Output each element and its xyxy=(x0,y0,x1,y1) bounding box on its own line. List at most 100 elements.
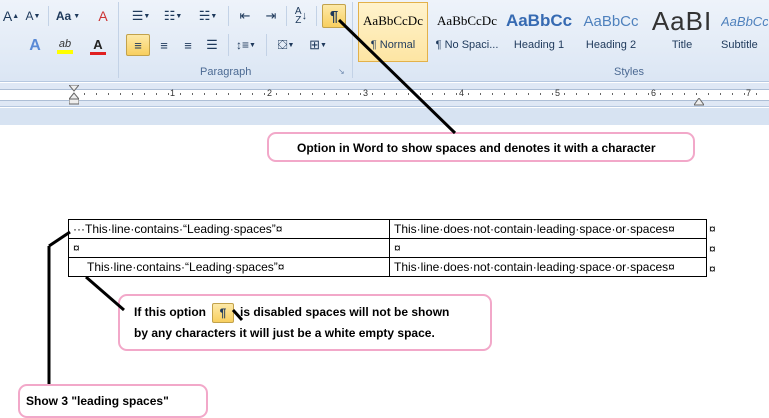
ruler-number: 6 xyxy=(651,88,657,98)
style-normal[interactable]: AaBbCcDc ¶ Normal xyxy=(358,2,428,62)
multilevel-list-button[interactable]: ☵ ▼ xyxy=(194,6,222,26)
clear-formatting-icon: A xyxy=(98,8,108,24)
line-spacing-icon: ↕≡ xyxy=(236,38,250,52)
show-hide-formatting-button[interactable]: ¶ xyxy=(322,4,346,28)
borders-icon: ⊞ xyxy=(309,37,320,52)
bullets-icon: ☰ xyxy=(131,8,144,23)
ruler-tick xyxy=(708,93,709,95)
font-color-icon: A xyxy=(93,37,103,52)
line-spacing-button[interactable]: ↕≡ ▼ xyxy=(232,34,260,56)
style-heading-2[interactable]: AaBbCc Heading 2 xyxy=(576,2,646,62)
borders-button[interactable]: ⊞ ▼ xyxy=(304,34,332,56)
ribbon: A ▲ A ▼ Aa ▼ A A ab A ☰ ▼ ☷ ▼ ☵ ▼ ⇤ ⇥ A Z ↓ xyxy=(0,0,769,82)
align-left-icon: ≡ xyxy=(134,37,142,53)
ruler-number: 5 xyxy=(555,88,561,98)
ruler-tick xyxy=(180,93,181,95)
ruler-tick xyxy=(288,93,289,95)
ruler-tick xyxy=(336,93,337,95)
ruler-tick xyxy=(612,93,613,95)
ruler-tick xyxy=(204,93,205,95)
right-indent-marker-icon[interactable] xyxy=(693,95,705,106)
decrease-indent-button[interactable]: ⇤ xyxy=(234,6,256,26)
ruler-tick xyxy=(252,93,253,95)
table-row: ¤ ¤ xyxy=(68,238,707,258)
table-cell[interactable]: ¤ xyxy=(68,238,390,258)
align-left-button[interactable]: ≡ xyxy=(126,34,150,56)
numbering-button[interactable]: ☷ ▼ xyxy=(160,6,186,26)
align-right-button[interactable]: ≡ xyxy=(176,34,200,56)
ruler-number: 2 xyxy=(267,88,273,98)
table-row: This·line·contains·“Leading·spaces”¤ Thi… xyxy=(68,257,707,277)
shrink-font-button[interactable]: A ▼ xyxy=(24,6,42,26)
row-end-mark: ¤ xyxy=(709,262,716,276)
row-end-mark: ¤ xyxy=(709,222,716,236)
ruler-tick xyxy=(396,93,397,95)
callout-leading-spaces: Show 3 "leading spaces" xyxy=(18,384,208,418)
ruler-tick xyxy=(156,93,157,95)
indent-marker-icon[interactable] xyxy=(67,84,81,105)
pilcrow-icon: ¶ xyxy=(211,302,234,323)
clear-formatting-button[interactable]: A xyxy=(92,6,114,26)
font-color-button[interactable]: A xyxy=(86,36,110,56)
paint-bucket-icon: ⛋ xyxy=(277,37,288,52)
ruler-tick xyxy=(492,93,493,95)
text-effects-button[interactable]: A xyxy=(22,36,48,56)
ruler-number: 3 xyxy=(363,88,369,98)
ruler-tick xyxy=(144,93,145,95)
ruler-tick xyxy=(276,93,277,95)
table-cell[interactable]: This·line·contains·“Leading·spaces”¤ xyxy=(68,257,390,277)
ruler-tick xyxy=(720,93,721,95)
table-cell[interactable]: ¤ xyxy=(389,238,707,258)
ruler-tick xyxy=(504,93,505,95)
ruler-tick xyxy=(348,93,349,95)
grow-font-button[interactable]: A ▲ xyxy=(2,6,20,26)
ruler-tick xyxy=(456,93,457,95)
ruler-tick xyxy=(528,93,529,95)
style-subtitle[interactable]: AaBbCc Subtitle xyxy=(720,2,769,62)
arrow-line xyxy=(48,230,71,248)
style-no-spacing[interactable]: AaBbCcDc ¶ No Spaci... xyxy=(432,2,502,62)
ruler-tick xyxy=(552,93,553,95)
bullets-button[interactable]: ☰ ▼ xyxy=(128,6,154,26)
ruler-tick xyxy=(324,93,325,95)
ruler-tick xyxy=(432,93,433,95)
table-cell[interactable]: ···This·line·contains·“Leading·spaces”¤ xyxy=(68,219,390,239)
ruler-tick xyxy=(660,93,661,95)
justify-button[interactable]: ☰ xyxy=(200,34,224,56)
callout-show-spaces-option: Option in Word to show spaces and denote… xyxy=(267,132,695,162)
ruler-number: 7 xyxy=(746,88,752,98)
style-title[interactable]: AaBI Title xyxy=(648,2,716,62)
change-case-button[interactable]: Aa ▼ xyxy=(54,6,82,26)
ruler-tick xyxy=(216,93,217,95)
ruler-tick xyxy=(576,93,577,95)
paragraph-group-label: Paragraph xyxy=(200,66,252,78)
ruler-tick xyxy=(624,93,625,95)
shading-button[interactable]: ⛋ ▼ xyxy=(272,34,300,56)
ruler-tick xyxy=(192,93,193,95)
ruler-tick xyxy=(648,93,649,95)
justify-icon: ☰ xyxy=(206,37,218,52)
sort-az-icon: AZ xyxy=(294,6,302,26)
ruler-tick xyxy=(96,93,97,95)
ruler-tick xyxy=(264,93,265,95)
table-cell[interactable]: This·line·does·not·contain·leading·space… xyxy=(389,219,707,239)
text-effects-icon: A xyxy=(29,37,41,54)
ruler-number: 1 xyxy=(170,88,176,98)
sort-button[interactable]: A Z ↓ xyxy=(290,6,312,26)
style-heading-1[interactable]: AaBbCc Heading 1 xyxy=(504,2,574,62)
dropdown-arrow-icon: ▼ xyxy=(73,12,81,20)
ruler-tick xyxy=(684,93,685,95)
styles-group-label: Styles xyxy=(614,66,644,78)
increase-indent-icon: ⇥ xyxy=(265,8,277,23)
caret-up-icon: ▲ xyxy=(12,12,20,20)
align-center-button[interactable]: ≡ xyxy=(152,34,176,56)
multilevel-list-icon: ☵ xyxy=(198,8,211,23)
ruler-number: 4 xyxy=(459,88,465,98)
increase-indent-button[interactable]: ⇥ xyxy=(260,6,282,26)
caret-down-icon: ▼ xyxy=(33,12,41,20)
text-highlight-button[interactable]: ab xyxy=(52,36,78,56)
paragraph-dialog-launcher-icon[interactable]: ↘ xyxy=(338,68,346,76)
page-margin-area xyxy=(0,108,769,125)
ruler-tick xyxy=(732,93,733,95)
table-cell[interactable]: This·line·does·not·contain·leading·space… xyxy=(389,257,707,277)
